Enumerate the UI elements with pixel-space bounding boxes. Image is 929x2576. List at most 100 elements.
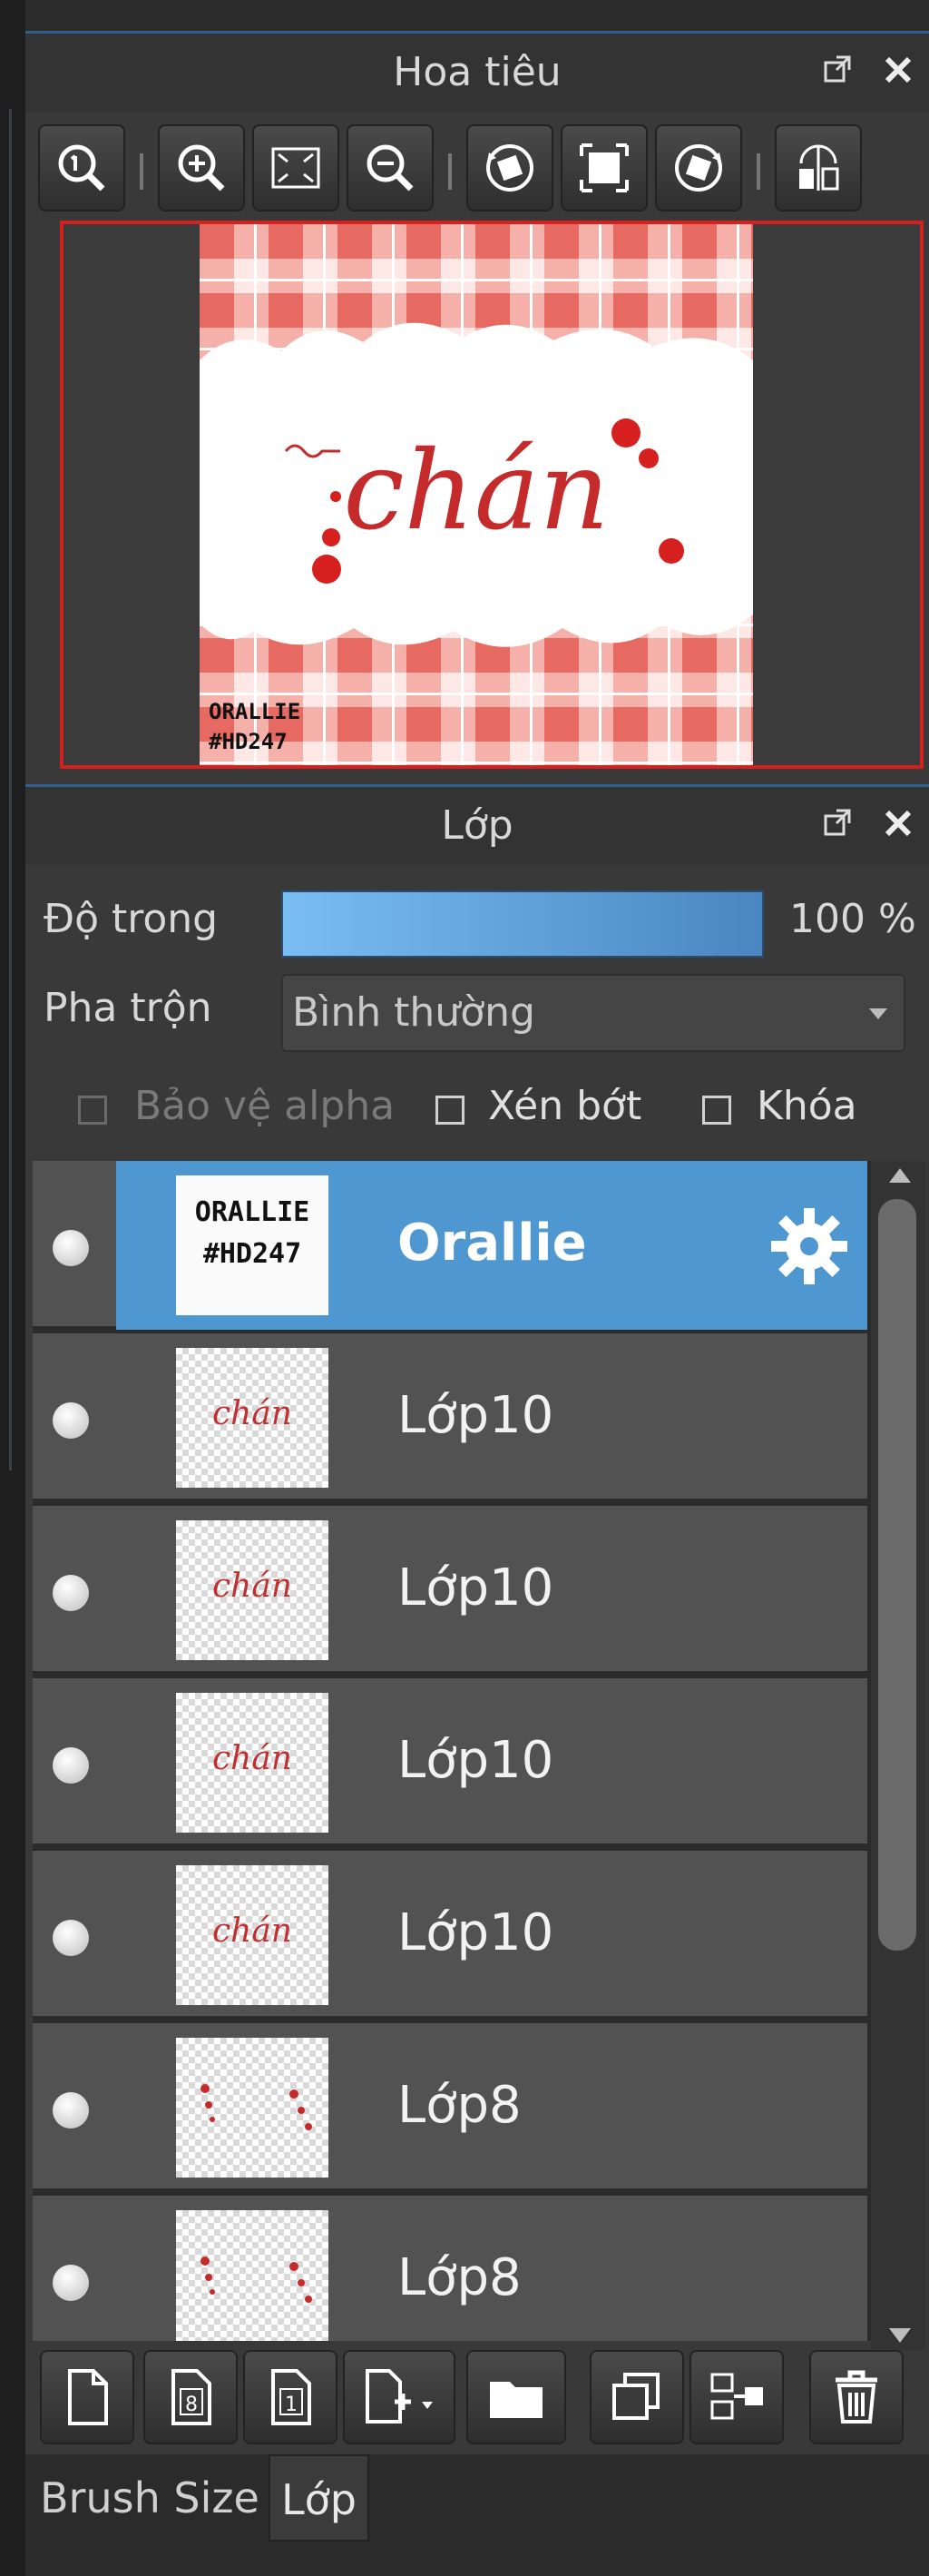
- rotate-right-icon: [675, 144, 722, 192]
- new-8bit-layer-icon: 8: [171, 2369, 211, 2425]
- flip-horizontal-icon: [799, 144, 839, 191]
- merge-down-button[interactable]: [689, 2350, 784, 2444]
- canvas-stamp-line2: #HD247: [209, 729, 288, 754]
- layer-thumbnail: chán: [176, 1865, 328, 2005]
- fit-screen-icon: [271, 147, 320, 189]
- zoom-in-button[interactable]: [158, 124, 245, 211]
- layer-name: Orallie: [397, 1214, 587, 1273]
- chevron-down-icon: [869, 1008, 887, 1019]
- zoom-out-button[interactable]: [347, 124, 434, 211]
- rotate-left-icon: [486, 144, 533, 192]
- thumbnail-text: chán: [212, 1740, 292, 1777]
- fit-window-button[interactable]: [561, 124, 648, 211]
- visibility-toggle[interactable]: [53, 2265, 89, 2301]
- scroll-thumb[interactable]: [878, 1199, 916, 1951]
- visibility-toggle[interactable]: [53, 2092, 89, 2129]
- layer-thumbnail: chán: [176, 1348, 328, 1488]
- add-layer-menu-icon: [366, 2369, 433, 2424]
- svg-text:8: 8: [185, 2394, 198, 2416]
- flip-horizontal-button[interactable]: [775, 124, 862, 211]
- layers-panel: Lớp Độ trong 100 % Pha trộn Bình thường …: [25, 784, 929, 2454]
- layer-row[interactable]: chán Lớp10: [33, 1851, 867, 2020]
- canvas-stamp-line1: ORALLIE: [209, 699, 300, 724]
- visibility-toggle[interactable]: [53, 1747, 89, 1784]
- layer-list-scrollbar[interactable]: [871, 1161, 925, 2350]
- svg-text:1: 1: [285, 2394, 298, 2416]
- thumbnail-stamp-line1: ORALLIE: [194, 1196, 310, 1228]
- tab-layers[interactable]: Lớp: [269, 2454, 369, 2542]
- navigator-toolbar: [38, 117, 918, 219]
- close-icon[interactable]: [880, 805, 916, 841]
- canvas-text: chán: [343, 428, 609, 555]
- new-1bit-layer-button[interactable]: 1: [243, 2350, 337, 2444]
- layer-thumbnail: chán: [176, 1693, 328, 1833]
- blend-label: Pha trộn: [44, 985, 212, 1031]
- layers-title: Lớp: [25, 787, 929, 865]
- layer-row[interactable]: chán Lớp10: [33, 1506, 867, 1675]
- thumbnail-dots: [200, 2256, 312, 2303]
- visibility-toggle[interactable]: [53, 1230, 89, 1266]
- duplicate-layer-button[interactable]: [590, 2350, 684, 2444]
- layer-thumbnail: [176, 2210, 328, 2341]
- zoom-in-icon: [178, 144, 225, 192]
- toolbar-separator: [140, 153, 143, 190]
- panel-tab-bar: Brush Size Lớp: [25, 2454, 929, 2576]
- layers-title-icons: [820, 805, 916, 841]
- thumbnail-text: chán: [212, 1912, 292, 1950]
- new-folder-button[interactable]: [466, 2350, 566, 2444]
- add-layer-menu-button[interactable]: [343, 2350, 455, 2444]
- merge-down-icon: [710, 2373, 763, 2420]
- layer-row[interactable]: chán Lớp10: [33, 1333, 867, 1502]
- delete-layer-icon: [836, 2370, 877, 2424]
- layer-list: ORALLIE #HD247 Orallie chán Lớp10 chán L…: [33, 1161, 871, 2341]
- layer-name: Lớp10: [397, 1903, 554, 1962]
- new-8bit-layer-button[interactable]: 8: [143, 2350, 238, 2444]
- tab-brush-size[interactable]: Brush Size: [29, 2454, 270, 2542]
- left-dock-strip: [0, 0, 25, 2576]
- layer-row[interactable]: Lớp8: [33, 2196, 867, 2341]
- popout-icon[interactable]: [820, 52, 856, 88]
- rotate-right-button[interactable]: [655, 124, 742, 211]
- delete-layer-button[interactable]: [809, 2350, 904, 2444]
- duplicate-layer-icon: [612, 2373, 660, 2420]
- dock-divider: [9, 109, 12, 1470]
- blend-mode-select[interactable]: Bình thường: [281, 974, 905, 1052]
- thumbnail-dots: [200, 2084, 312, 2130]
- protect-alpha-checkbox[interactable]: [78, 1096, 107, 1125]
- navigator-preview[interactable]: chán ORALLIE #HD247: [60, 221, 924, 769]
- layer-name: Lớp10: [397, 1558, 554, 1617]
- close-icon[interactable]: [880, 52, 916, 88]
- new-layer-icon: [68, 2369, 108, 2425]
- toolbar-separator: [448, 153, 452, 190]
- toolbar-separator: [757, 153, 760, 190]
- opacity-slider[interactable]: [281, 890, 764, 958]
- protect-alpha-label: Bảo vệ alpha: [134, 1083, 396, 1129]
- layer-thumbnail: ORALLIE #HD247: [176, 1175, 328, 1315]
- opacity-value: 100 %: [789, 896, 916, 942]
- gear-icon[interactable]: [768, 1204, 851, 1288]
- layer-name: Lớp8: [397, 2248, 522, 2307]
- lock-label: Khóa: [757, 1083, 857, 1129]
- visibility-toggle[interactable]: [53, 1575, 89, 1611]
- fit-screen-button[interactable]: [252, 124, 339, 211]
- navigator-panel: Hoa tiêu chán ORALLIE #HD247: [25, 31, 929, 784]
- new-layer-button[interactable]: [40, 2350, 134, 2444]
- opacity-label: Độ trong: [44, 896, 219, 942]
- rotate-left-button[interactable]: [466, 124, 553, 211]
- blend-mode-value: Bình thường: [292, 989, 535, 1036]
- thumbnail-text: chán: [212, 1568, 292, 1605]
- navigator-title-icons: [820, 52, 916, 88]
- fit-window-icon: [580, 143, 629, 192]
- zoom-actual-button[interactable]: [38, 124, 125, 211]
- lock-checkbox[interactable]: [702, 1096, 731, 1125]
- layer-name: Lớp10: [397, 1386, 554, 1445]
- scroll-up-icon[interactable]: [889, 1168, 911, 1183]
- visibility-toggle[interactable]: [53, 1920, 89, 1956]
- clipping-checkbox[interactable]: [435, 1096, 464, 1125]
- new-folder-icon: [490, 2382, 543, 2418]
- popout-icon[interactable]: [820, 805, 856, 841]
- visibility-toggle[interactable]: [53, 1402, 89, 1439]
- layer-row[interactable]: chán Lớp10: [33, 1678, 867, 1847]
- layer-row[interactable]: ORALLIE #HD247 Orallie: [33, 1161, 867, 1330]
- layer-row[interactable]: Lớp8: [33, 2023, 867, 2192]
